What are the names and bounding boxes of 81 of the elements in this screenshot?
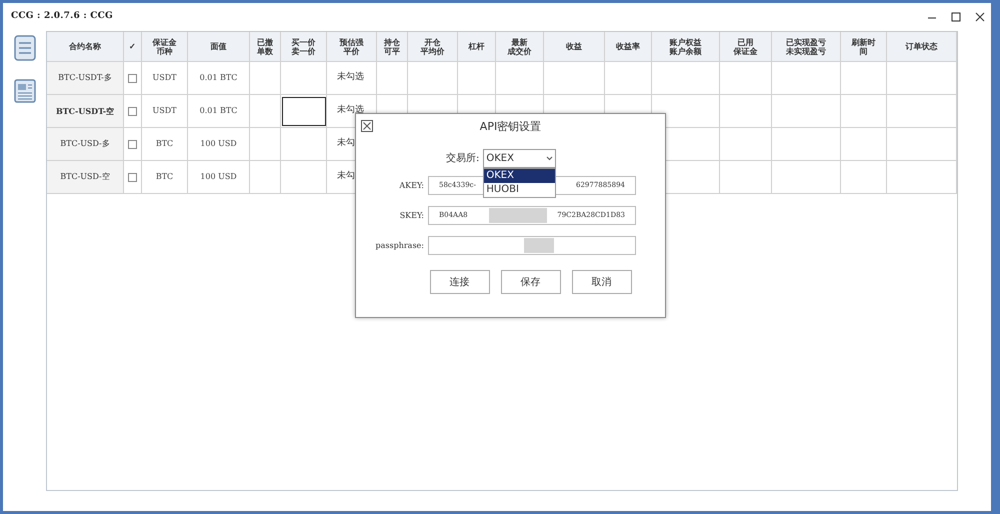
checkbox[interactable] bbox=[128, 140, 137, 148]
field-label: SKEY: bbox=[398, 210, 425, 222]
window-title: CCG : 2.0.7.6 : CCG bbox=[11, 10, 113, 24]
column-header: 刷新时 bbox=[852, 38, 876, 46]
table-cell bbox=[720, 128, 772, 161]
checkbox[interactable] bbox=[128, 74, 137, 82]
table-cell bbox=[250, 128, 281, 161]
dialog-button[interactable]: 取消 bbox=[572, 270, 632, 294]
column-header: 平价 bbox=[344, 46, 360, 56]
column-header: 杠杆 bbox=[468, 42, 484, 51]
table-cell bbox=[720, 95, 772, 128]
chevron-icon bbox=[546, 156, 554, 160]
table-cell bbox=[841, 161, 887, 194]
column-header: 收益率 bbox=[616, 42, 640, 51]
dialog-button[interactable]: 连接 bbox=[430, 270, 490, 294]
close-icon[interactable] bbox=[361, 120, 373, 132]
table-cell: 0.01 BTC bbox=[188, 95, 250, 128]
checkbox[interactable] bbox=[128, 106, 137, 116]
column-header: 合约名称 bbox=[69, 42, 101, 51]
exchange-dropdown[interactable]: OKEX bbox=[483, 148, 556, 168]
column-header: 未实现盈亏 bbox=[786, 46, 826, 56]
table-cell: USDT bbox=[142, 62, 188, 95]
column-header: 面值 bbox=[210, 42, 226, 51]
table-cell bbox=[841, 95, 887, 128]
table-cell bbox=[841, 128, 887, 161]
exchange-label: 交易所: bbox=[446, 152, 480, 166]
dialog-title: API密钥设置 bbox=[480, 118, 542, 135]
column-header: 保证金 bbox=[152, 38, 176, 46]
table-cell: USDT bbox=[142, 95, 188, 128]
table-cell bbox=[772, 95, 841, 128]
dialog-button[interactable]: 保存 bbox=[500, 270, 560, 294]
column-header: 平均价 bbox=[420, 46, 444, 56]
cell-text: 未勾 bbox=[337, 137, 355, 150]
table-cell: 100 USD bbox=[188, 128, 250, 161]
cell-text: 未勾选 bbox=[337, 104, 364, 118]
column-header: 收益 bbox=[566, 42, 582, 51]
input-field[interactable] bbox=[428, 236, 636, 255]
table-cell: 100 USD bbox=[188, 161, 250, 194]
column-header: 保证金 bbox=[734, 46, 758, 56]
contract-name-cell: BTC-USDT-空 bbox=[47, 95, 124, 128]
list-icon[interactable] bbox=[14, 35, 36, 61]
checkbox[interactable] bbox=[128, 172, 137, 182]
contract-name-cell: BTC-USD-空 bbox=[47, 161, 124, 194]
contract-name-cell: BTC-USD-多 bbox=[47, 128, 124, 161]
contract-name-cell: BTC-USDT-多 bbox=[47, 62, 124, 95]
cell-text: 未勾选 bbox=[337, 71, 364, 84]
field-label: AKEY: bbox=[398, 180, 425, 192]
column-header: 单数 bbox=[257, 46, 273, 56]
column-header: 币种 bbox=[156, 46, 172, 56]
table-cell: BTC bbox=[142, 128, 188, 161]
column-header: 预估强 bbox=[340, 38, 364, 46]
column-header: 最新 bbox=[512, 38, 528, 46]
column-header: 买一价 bbox=[292, 38, 316, 46]
close-icon[interactable] bbox=[975, 12, 985, 22]
column-header: 订单状态 bbox=[906, 42, 938, 51]
table-cell: BTC bbox=[142, 161, 188, 194]
column-header: 卖一价 bbox=[292, 46, 316, 56]
column-header: 账户权益 bbox=[670, 38, 702, 46]
column-header: 已撤 bbox=[257, 38, 273, 46]
table-cell bbox=[250, 161, 281, 194]
table-cell: 0.01 BTC bbox=[188, 62, 250, 95]
table-cell bbox=[772, 161, 841, 194]
table-cell bbox=[887, 128, 957, 161]
column-header: 已实现盈亏 bbox=[786, 38, 826, 46]
cell-text: 未勾 bbox=[337, 170, 355, 184]
column-header: 开仓 bbox=[424, 38, 440, 46]
maximize-icon[interactable] bbox=[951, 12, 961, 22]
column-header: 间 bbox=[860, 46, 868, 56]
column-header: 可平 bbox=[384, 46, 400, 56]
column-header: 账户余额 bbox=[670, 46, 702, 56]
column-header: 已用 bbox=[738, 38, 754, 46]
table-cell bbox=[887, 161, 957, 194]
dropdown-option[interactable]: OKEX bbox=[484, 168, 556, 182]
table-cell bbox=[887, 95, 957, 128]
column-header: 持仓 bbox=[384, 38, 400, 46]
column-header: 成交价 bbox=[508, 46, 532, 56]
column-header: ✓ bbox=[129, 42, 136, 51]
table-cell bbox=[772, 128, 841, 161]
field-label: passphrase: bbox=[374, 240, 425, 252]
document-icon[interactable] bbox=[14, 79, 36, 103]
table-cell bbox=[720, 161, 772, 194]
